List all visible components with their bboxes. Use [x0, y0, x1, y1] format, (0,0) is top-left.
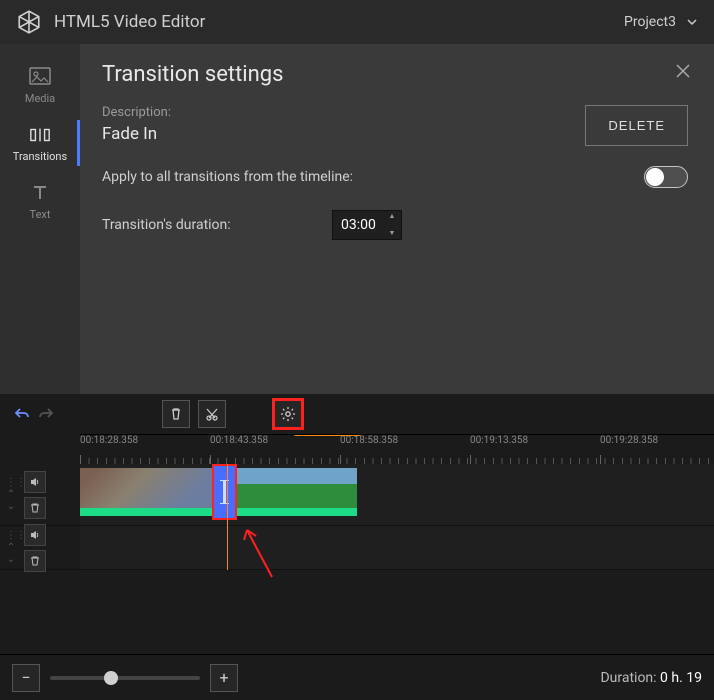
apply-all-label: Apply to all transitions from the timeli… [102, 169, 644, 185]
timeline-ruler[interactable]: 00:18:28.358 00:18:43.358 00:18:58.358 0… [80, 434, 714, 464]
ruler-tick: 00:18:28.358 [80, 435, 138, 446]
apply-all-toggle[interactable] [644, 166, 688, 188]
redo-icon[interactable] [36, 404, 56, 424]
app-logo-icon [16, 9, 42, 35]
text-icon [29, 182, 51, 204]
delete-clip-button[interactable] [162, 400, 190, 428]
delete-button[interactable]: DELETE [585, 105, 688, 146]
track-delete-button[interactable] [24, 550, 46, 572]
project-name: Project3 [624, 14, 676, 30]
zoom-out-button[interactable]: − [12, 664, 40, 692]
duration-label: Transition's duration: [102, 217, 332, 233]
sidebar-item-label: Text [30, 208, 51, 221]
annotation-arrow-icon [242, 522, 282, 582]
ruler-tick: 00:19:28.358 [600, 435, 658, 446]
image-icon [29, 66, 51, 88]
top-bar: HTML5 Video Editor Project3 [0, 0, 714, 44]
settings-button[interactable] [274, 400, 302, 428]
sidebar-item-label: Media [25, 92, 55, 105]
description-label: Description: [102, 105, 585, 120]
track-drag-handle[interactable]: ⋮⋮⌃⌄ [6, 478, 16, 512]
track-mute-button[interactable] [24, 524, 46, 546]
track-lane[interactable] [80, 526, 714, 569]
close-icon[interactable] [674, 62, 692, 80]
transition-clip[interactable] [214, 466, 235, 518]
ruler-tick: 00:18:58.358 [340, 435, 398, 446]
timeline-toolbar [0, 394, 714, 434]
zoom-in-button[interactable]: + [210, 664, 238, 692]
zoom-bar: − + Duration: 0 h. 19 [0, 654, 714, 700]
slider-knob[interactable] [104, 671, 118, 685]
ruler-tick: 00:18:43.358 [210, 435, 268, 446]
track-delete-button[interactable] [24, 497, 46, 519]
stepper-down-icon[interactable]: ▼ [386, 230, 398, 237]
sidebar-item-label: Transitions [13, 150, 67, 163]
sidebar-item-text[interactable]: Text [0, 172, 80, 230]
duration-value: 0 h. 19 [660, 670, 702, 686]
timeline: 00:18:28.358 00:18:43.358 00:18:58.358 0… [0, 394, 714, 654]
duration-display: Duration: 0 h. 19 [600, 670, 702, 686]
tracks-container: ⋮⋮⌃⌄ [0, 464, 714, 570]
main-area: Media Transitions Text Transition settin… [0, 44, 714, 394]
sidebar-item-media[interactable]: Media [0, 56, 80, 114]
sidebar-item-transitions[interactable]: Transitions [0, 114, 80, 172]
video-clip-2[interactable] [233, 468, 357, 516]
transition-settings-panel: Transition settings Description: Fade In… [80, 44, 714, 394]
playhead-time[interactable]: 00:18:44,253 [293, 434, 362, 436]
panel-title: Transition settings [102, 62, 688, 87]
video-track: ⋮⋮⌃⌄ [0, 464, 714, 526]
sidebar: Media Transitions Text [0, 44, 80, 394]
zoom-slider[interactable] [50, 676, 200, 680]
playhead-line[interactable] [227, 464, 228, 570]
video-clip-1[interactable] [80, 468, 216, 516]
stepper-up-icon[interactable]: ▲ [386, 213, 398, 220]
project-selector[interactable]: Project3 [624, 14, 698, 30]
description-value: Fade In [102, 124, 585, 144]
undo-icon[interactable] [12, 404, 32, 424]
duration-value: 03:00 [341, 217, 376, 233]
cut-button[interactable] [198, 400, 226, 428]
ruler-tick: 00:19:13.358 [470, 435, 528, 446]
toggle-knob [646, 168, 664, 186]
duration-input[interactable]: 03:00 ▲ ▼ [332, 210, 402, 240]
track-lane[interactable] [80, 464, 714, 525]
transitions-icon [29, 124, 51, 146]
audio-track: ⋮⋮⌃⌄ [0, 526, 714, 570]
duration-label: Duration: [600, 670, 656, 686]
chevron-down-icon [686, 16, 698, 28]
track-drag-handle[interactable]: ⋮⋮⌃⌄ [6, 531, 16, 565]
app-title: HTML5 Video Editor [54, 12, 205, 32]
track-mute-button[interactable] [24, 471, 46, 493]
